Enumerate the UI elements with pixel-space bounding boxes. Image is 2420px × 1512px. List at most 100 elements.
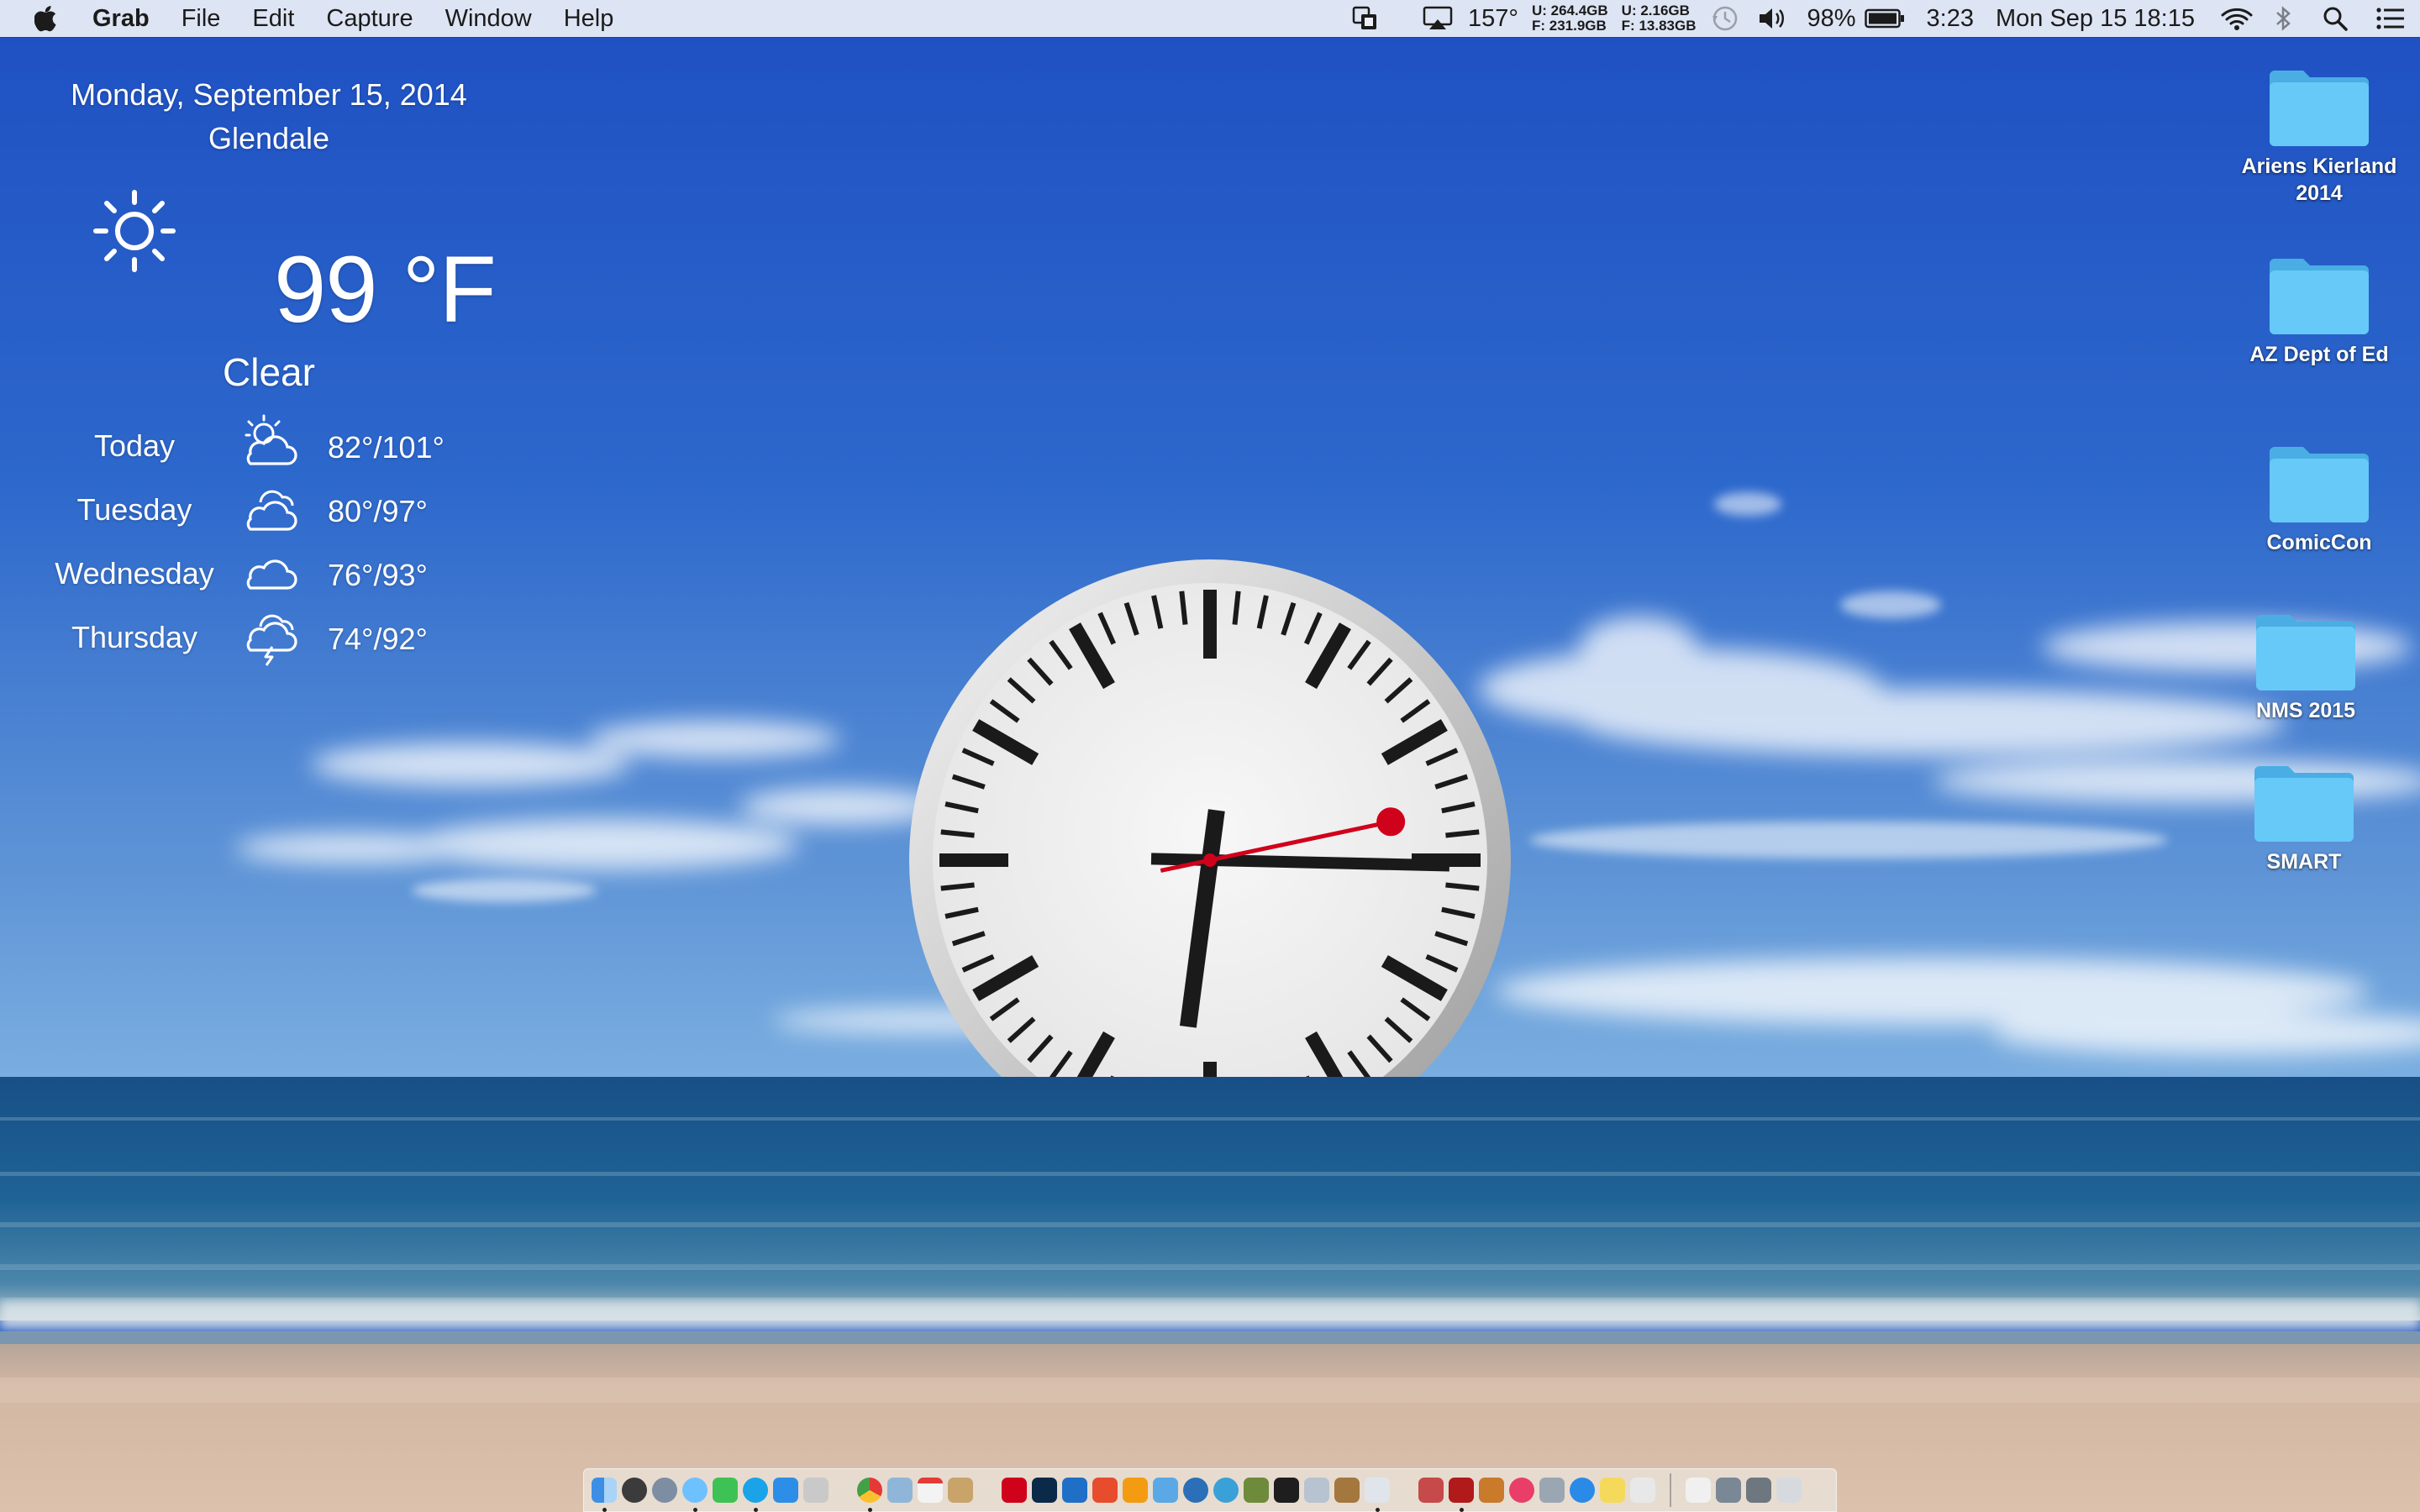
finder-icon[interactable]	[592, 1478, 617, 1512]
folder-label: NMS 2015	[2255, 699, 2356, 722]
forecast-range: 82°/101°	[328, 430, 445, 465]
folder-label: ComicCon	[2266, 531, 2372, 554]
app-icon-stickies[interactable]	[1600, 1478, 1625, 1503]
bluetooth-icon[interactable]	[2274, 0, 2292, 37]
app-icon-network[interactable]	[1418, 1478, 1444, 1503]
disk2-used: U: 2.16GB	[1621, 3, 1690, 18]
apple-logo-icon[interactable]	[32, 3, 60, 34]
app-icon-flag[interactable]	[1479, 1478, 1504, 1503]
menu-edit[interactable]: Edit	[252, 5, 294, 33]
weather-city: Glendale	[208, 121, 330, 155]
desktop-folder[interactable]: SMART	[2195, 759, 2413, 875]
current-condition: Clear	[223, 350, 315, 394]
smart-notebook-icon[interactable]	[1092, 1478, 1118, 1503]
current-temperature: 99 °F	[274, 237, 497, 342]
photoshop-icon[interactable]	[1032, 1478, 1057, 1503]
clock-minute-tick	[1445, 829, 1480, 838]
app-icon-mail[interactable]	[1365, 1478, 1390, 1512]
app-store-icon[interactable]	[1570, 1478, 1595, 1503]
forecast-range: 80°/97°	[328, 494, 428, 528]
running-indicator	[754, 1508, 758, 1512]
app-icon-dish[interactable]	[1304, 1478, 1329, 1503]
menu-bar: Grab File Edit Capture Window Help 157° …	[0, 0, 2420, 37]
app-icon-q[interactable]	[1213, 1478, 1239, 1503]
safari-icon[interactable]	[773, 1478, 798, 1503]
forecast-day: Thursday	[71, 620, 198, 654]
vectorworks-icon[interactable]	[1062, 1478, 1087, 1503]
spotlight-search-icon[interactable]	[2323, 0, 2348, 37]
forecast-range: 76°/93°	[328, 558, 428, 592]
app-icon-p[interactable]	[1123, 1478, 1148, 1503]
app-icon-play[interactable]	[1274, 1478, 1299, 1503]
folder-icon	[2270, 447, 2369, 522]
app-menu-grab[interactable]: Grab	[92, 5, 150, 33]
volume-icon[interactable]	[1758, 0, 1788, 37]
dashboard-icon[interactable]	[622, 1478, 647, 1503]
cloud-icon	[239, 541, 302, 604]
clock-minute-tick	[940, 882, 975, 891]
disk1-used: U: 264.4GB	[1531, 3, 1608, 18]
script-editor-icon[interactable]	[803, 1478, 829, 1503]
folder-icon	[2270, 259, 2369, 334]
menu-capture[interactable]: Capture	[326, 5, 413, 33]
minecraft-icon[interactable]	[1244, 1478, 1269, 1503]
app-icon-bird[interactable]	[1334, 1478, 1360, 1503]
dock-separator	[1670, 1473, 1671, 1507]
desktop-folder[interactable]: Ariens Kierland 2014	[2210, 64, 2420, 207]
printer-icon[interactable]	[1716, 1478, 1741, 1503]
chrome-icon[interactable]	[857, 1478, 882, 1512]
folder-label: Ariens Kierland	[2241, 155, 2397, 178]
scanner-icon[interactable]	[1746, 1478, 1771, 1503]
folder-icon	[2254, 766, 2354, 842]
quicktime-icon[interactable]	[1183, 1478, 1208, 1503]
disk-usage-2[interactable]: U: 2.16GB F: 13.83GB	[1622, 3, 1697, 34]
running-indicator	[1376, 1508, 1380, 1512]
clock-minute-tick	[1232, 591, 1241, 625]
document-icon[interactable]	[1686, 1478, 1711, 1503]
forecast-day: Wednesday	[55, 556, 214, 591]
desktop-folder[interactable]: NMS 2015	[2196, 608, 2415, 724]
dock	[583, 1468, 1837, 1512]
folder-label: SMART	[2266, 850, 2342, 874]
wifi-icon[interactable]	[2220, 0, 2254, 37]
messages-icon[interactable]	[682, 1478, 708, 1512]
battery-icon[interactable]	[1864, 0, 1905, 37]
itunes-icon[interactable]	[1509, 1478, 1534, 1503]
notification-center-icon[interactable]	[2376, 0, 2405, 37]
time-machine-icon[interactable]	[1711, 0, 1739, 37]
disk2-free: F: 13.83GB	[1621, 18, 1697, 34]
clock-second-hand-tip	[1376, 807, 1406, 837]
launchpad-icon[interactable]	[652, 1478, 677, 1503]
calendar-icon[interactable]	[918, 1478, 943, 1503]
disk1-free: F: 231.9GB	[1531, 18, 1607, 34]
battery-percent[interactable]: 98%	[1807, 5, 1855, 33]
app-icon-phone[interactable]	[1539, 1478, 1565, 1503]
notes-icon[interactable]	[948, 1478, 973, 1503]
cpu-temperature[interactable]: 157°	[1468, 5, 1518, 33]
partly-cloudy-icon	[239, 413, 302, 476]
photos-icon[interactable]	[1630, 1478, 1655, 1503]
menubar-clock[interactable]: Mon Sep 15 18:15	[1996, 5, 2195, 33]
analog-clock-widget[interactable]	[908, 556, 1512, 1077]
clock-minute-tick	[1445, 882, 1480, 891]
disk-usage-1[interactable]: U: 264.4GB F: 231.9GB	[1532, 3, 1608, 34]
folder-label: AZ Dept of Ed	[2249, 343, 2389, 366]
battery-time[interactable]: 3:23	[1927, 5, 1974, 33]
menu-help[interactable]: Help	[564, 5, 614, 33]
running-indicator	[693, 1508, 697, 1512]
menu-file[interactable]: File	[182, 5, 221, 33]
facetime-icon[interactable]	[713, 1478, 738, 1503]
desktop-folder[interactable]: ComicCon	[2210, 440, 2420, 556]
airplay-icon[interactable]	[1423, 0, 1453, 37]
screen-mirror-icon[interactable]	[1352, 0, 1379, 37]
forecast-row: Wednesday 76°/93°	[34, 539, 504, 603]
skype-icon[interactable]	[743, 1478, 768, 1512]
app-icon-t[interactable]	[1153, 1478, 1178, 1503]
cloudy-icon	[239, 477, 302, 540]
desktop-folder[interactable]: AZ Dept of Ed	[2210, 252, 2420, 368]
acrobat-icon[interactable]	[1002, 1478, 1027, 1503]
menu-window[interactable]: Window	[445, 5, 532, 33]
preview-icon[interactable]	[887, 1478, 913, 1503]
photo-booth-icon[interactable]	[1449, 1478, 1474, 1512]
trash-icon[interactable]	[1776, 1478, 1802, 1503]
